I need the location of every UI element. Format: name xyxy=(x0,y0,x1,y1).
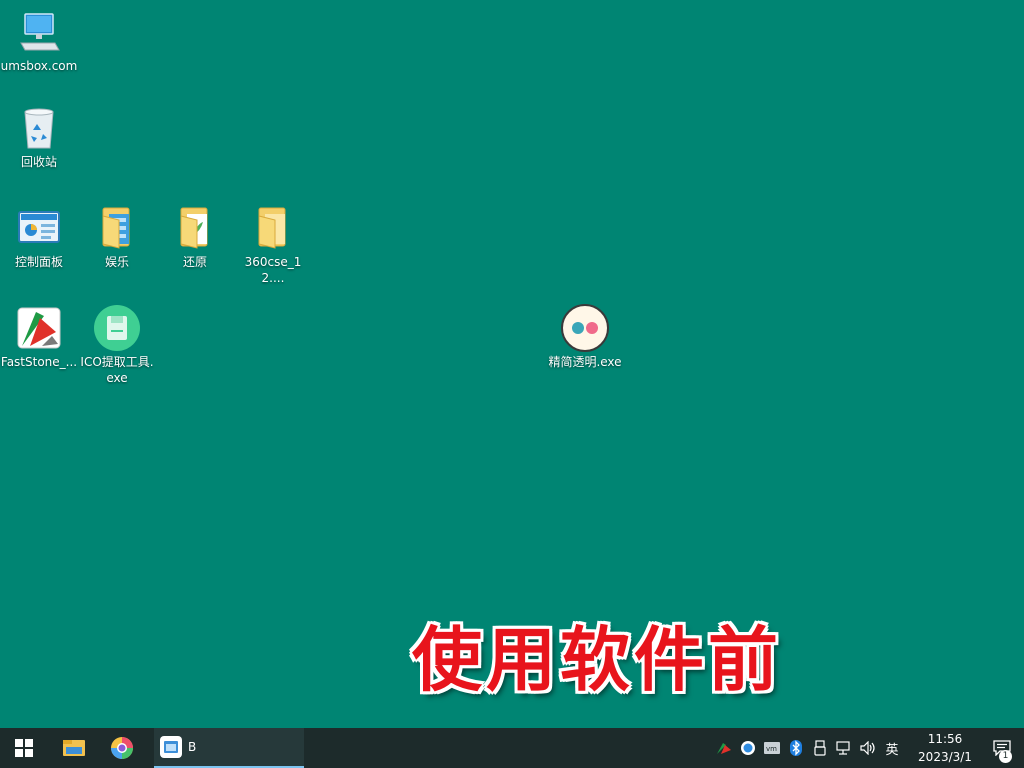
tray-vmware-icon[interactable]: vm xyxy=(760,728,784,768)
overlay-caption: 使用软件前 xyxy=(412,618,782,701)
floppy-app-icon xyxy=(93,304,141,352)
desktop: umsbox.com 回收站 控制面板 娱乐 还原 360cse_12.... … xyxy=(0,0,1024,728)
control-panel-icon xyxy=(15,204,63,252)
taskbar-running-app[interactable]: B xyxy=(154,728,304,768)
desktop-icon-label: 回收站 xyxy=(20,155,57,169)
recycle-bin-icon xyxy=(15,104,63,152)
tray-bluetooth-icon[interactable] xyxy=(784,728,808,768)
desktop-icon-label: 360cse_12.... xyxy=(244,255,302,285)
taskbar-browser[interactable] xyxy=(98,728,146,768)
folder-icon xyxy=(171,204,219,252)
desktop-icon-faststone[interactable]: FastStone_... xyxy=(0,304,78,370)
eyes-app-icon xyxy=(561,304,609,352)
desktop-icon-label: FastStone_... xyxy=(0,355,78,369)
desktop-icon-label: umsbox.com xyxy=(0,59,78,73)
desktop-icon-ico-extractor[interactable]: ICO提取工具.exe xyxy=(78,304,156,386)
desktop-icon-label: 还原 xyxy=(182,255,207,269)
tray-volume-icon[interactable] xyxy=(856,728,880,768)
system-tray: vm 英 11:56 2023/3/1 1 xyxy=(712,728,1024,768)
tray-clock[interactable]: 11:56 2023/3/1 xyxy=(910,730,980,766)
start-button[interactable] xyxy=(0,728,48,768)
windows-logo-icon xyxy=(15,739,33,757)
desktop-icon-slim-transparent[interactable]: 精简透明.exe xyxy=(546,304,624,370)
running-app-label: B xyxy=(188,740,197,754)
notification-count-badge: 1 xyxy=(999,750,1012,763)
folder-icon xyxy=(93,204,141,252)
tray-network-icon[interactable] xyxy=(832,728,856,768)
desktop-icon-label: 精简透明.exe xyxy=(548,355,622,369)
desktop-icon-recycle-bin[interactable]: 回收站 xyxy=(0,104,78,170)
desktop-icon-computer[interactable]: umsbox.com xyxy=(0,8,78,74)
folder-icon xyxy=(249,204,297,252)
action-center-button[interactable]: 1 xyxy=(980,728,1024,768)
computer-icon xyxy=(15,8,63,56)
desktop-icon-folder-restore[interactable]: 还原 xyxy=(156,204,234,270)
app-window-icon xyxy=(160,736,182,758)
desktop-icon-label: 控制面板 xyxy=(14,255,63,269)
desktop-icon-label: 娱乐 xyxy=(104,255,129,269)
clock-time: 11:56 xyxy=(927,732,963,746)
desktop-icon-label: ICO提取工具.exe xyxy=(80,355,154,385)
tray-app-circle-icon[interactable] xyxy=(736,728,760,768)
tray-usb-icon[interactable] xyxy=(808,728,832,768)
svg-text:vm: vm xyxy=(766,745,777,753)
browser-icon xyxy=(111,737,133,759)
taskbar: B vm 英 11:56 2023/3/1 1 xyxy=(0,728,1024,768)
desktop-icon-folder-360cse[interactable]: 360cse_12.... xyxy=(234,204,312,286)
faststone-icon xyxy=(15,304,63,352)
taskbar-file-explorer[interactable] xyxy=(50,728,98,768)
tray-faststone-icon[interactable] xyxy=(712,728,736,768)
file-explorer-icon xyxy=(63,740,85,756)
desktop-icon-control-panel[interactable]: 控制面板 xyxy=(0,204,78,270)
clock-date: 2023/3/1 xyxy=(918,750,972,764)
desktop-icon-folder-entertainment[interactable]: 娱乐 xyxy=(78,204,156,270)
tray-language-indicator[interactable]: 英 xyxy=(880,728,904,768)
